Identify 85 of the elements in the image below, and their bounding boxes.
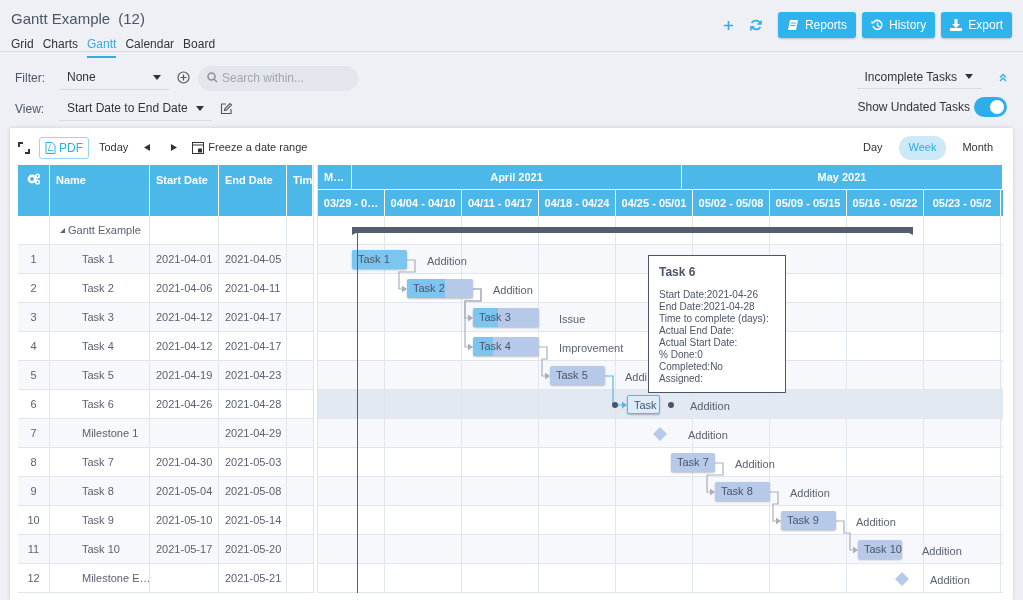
tooltip-line: Actual End Date: <box>659 325 736 337</box>
task-type-label: Addi <box>625 370 648 385</box>
task-name: Task 4 <box>82 338 114 354</box>
tooltip-line: Start Date:2021-04-26 <box>659 289 759 301</box>
task-name: Task 3 <box>82 309 114 325</box>
tooltip-line: Time to complete (days): <box>659 313 770 325</box>
task-name: Task 1 <box>82 251 114 267</box>
end-date: 2021-04-29 <box>225 425 282 441</box>
end-date: 2021-04-28 <box>225 396 282 412</box>
task-name: Task 10 <box>82 541 120 557</box>
row-number: 11 <box>27 541 40 557</box>
filter-label: Filter: <box>15 69 46 87</box>
row-number: 4 <box>30 338 37 354</box>
task-type-label: Addition <box>688 428 728 443</box>
month-label: M… <box>324 169 345 185</box>
task-name: Milestone E… <box>82 570 151 586</box>
tooltip-line: Completed:No <box>659 361 724 373</box>
row-number: 5 <box>30 367 37 383</box>
start-date: 2021-05-04 <box>156 483 213 499</box>
start-date: 2021-05-17 <box>156 541 213 557</box>
end-date: 2021-05-21 <box>225 570 282 586</box>
row-number: 7 <box>30 425 37 441</box>
task-type-label: Addition <box>690 399 730 414</box>
week-label: 05/09 - 05/15 <box>775 195 841 211</box>
toggle-label: Show Undated Tasks <box>857 99 970 116</box>
end-date: 2021-05-03 <box>225 454 282 470</box>
end-date: 2021-05-08 <box>225 483 282 499</box>
end-date: 2021-04-23 <box>225 367 282 383</box>
end-date: 2021-05-14 <box>225 512 282 528</box>
end-date: 2021-04-17 <box>225 338 282 354</box>
start-date: 2021-04-12 <box>156 338 213 354</box>
view-label: View: <box>15 100 46 118</box>
task-name: Task 9 <box>82 512 114 528</box>
start-date: 2021-04-26 <box>156 396 213 412</box>
row-number: 1 <box>30 251 37 267</box>
task-name: Task 2 <box>82 280 114 296</box>
start-date: 2021-04-06 <box>156 280 213 296</box>
tooltip-title: Task 6 <box>659 264 697 281</box>
start-date: 2021-04-30 <box>156 454 213 470</box>
row-number: 10 <box>27 512 40 528</box>
page-title: Gantt Example <box>11 9 111 29</box>
task-name: Task 6 <box>82 396 114 412</box>
end-date: 2021-04-05 <box>225 251 282 267</box>
week-label: 04/25 - 05/01 <box>621 195 687 211</box>
tooltip-line: Assigned: <box>659 373 704 385</box>
week-label: 03/29 - 0… <box>323 195 379 211</box>
task-type-label: Addition <box>790 486 830 501</box>
task-type-label: Addition <box>493 283 533 298</box>
group-name: Gantt Example <box>68 222 141 238</box>
task-type-label: Addition <box>427 254 467 269</box>
row-number: 8 <box>30 454 37 470</box>
start-date: 2021-05-10 <box>156 512 213 528</box>
month-label: May 2021 <box>817 169 867 185</box>
task-type-label: Addition <box>930 573 970 588</box>
tooltip-line: Actual Start Date: <box>659 337 739 349</box>
row-number: 6 <box>30 396 37 412</box>
week-label: 05/23 - 05/2 <box>932 195 992 211</box>
task-type-label: Addition <box>922 544 962 559</box>
row-number: 3 <box>30 309 37 325</box>
week-label: 05/02 - 05/08 <box>698 195 764 211</box>
task-name: Milestone 1 <box>82 425 139 441</box>
tooltip-line: End Date:2021-04-28 <box>659 301 756 313</box>
week-label: 04/04 - 04/10 <box>390 195 456 211</box>
row-number: 9 <box>30 483 37 499</box>
start-date: 2021-04-01 <box>156 251 213 267</box>
task-type-label: Issue <box>559 312 586 327</box>
tooltip-line: % Done:0 <box>659 349 704 361</box>
week-label: 04/18 - 04/24 <box>544 195 610 211</box>
week-label: 04/11 - 04/17 <box>467 195 533 211</box>
task-name: Task 7 <box>82 454 114 470</box>
task-type-label: Improvement <box>559 341 624 356</box>
task-type-label: Addition <box>735 457 775 472</box>
task-type-label: Addition <box>856 515 896 530</box>
week-label: 05/16 - 05/22 <box>852 195 918 211</box>
start-date: 2021-04-12 <box>156 309 213 325</box>
row-number: 12 <box>27 570 40 586</box>
row-number: 2 <box>30 280 37 296</box>
month-label: April 2021 <box>490 169 543 185</box>
task-name: Task 8 <box>82 483 114 499</box>
start-date: 2021-04-19 <box>156 367 213 383</box>
end-date: 2021-05-20 <box>225 541 282 557</box>
task-name: Task 5 <box>82 367 114 383</box>
record-count: (12) <box>118 9 145 29</box>
end-date: 2021-04-11 <box>225 280 281 296</box>
end-date: 2021-04-17 <box>225 309 282 325</box>
